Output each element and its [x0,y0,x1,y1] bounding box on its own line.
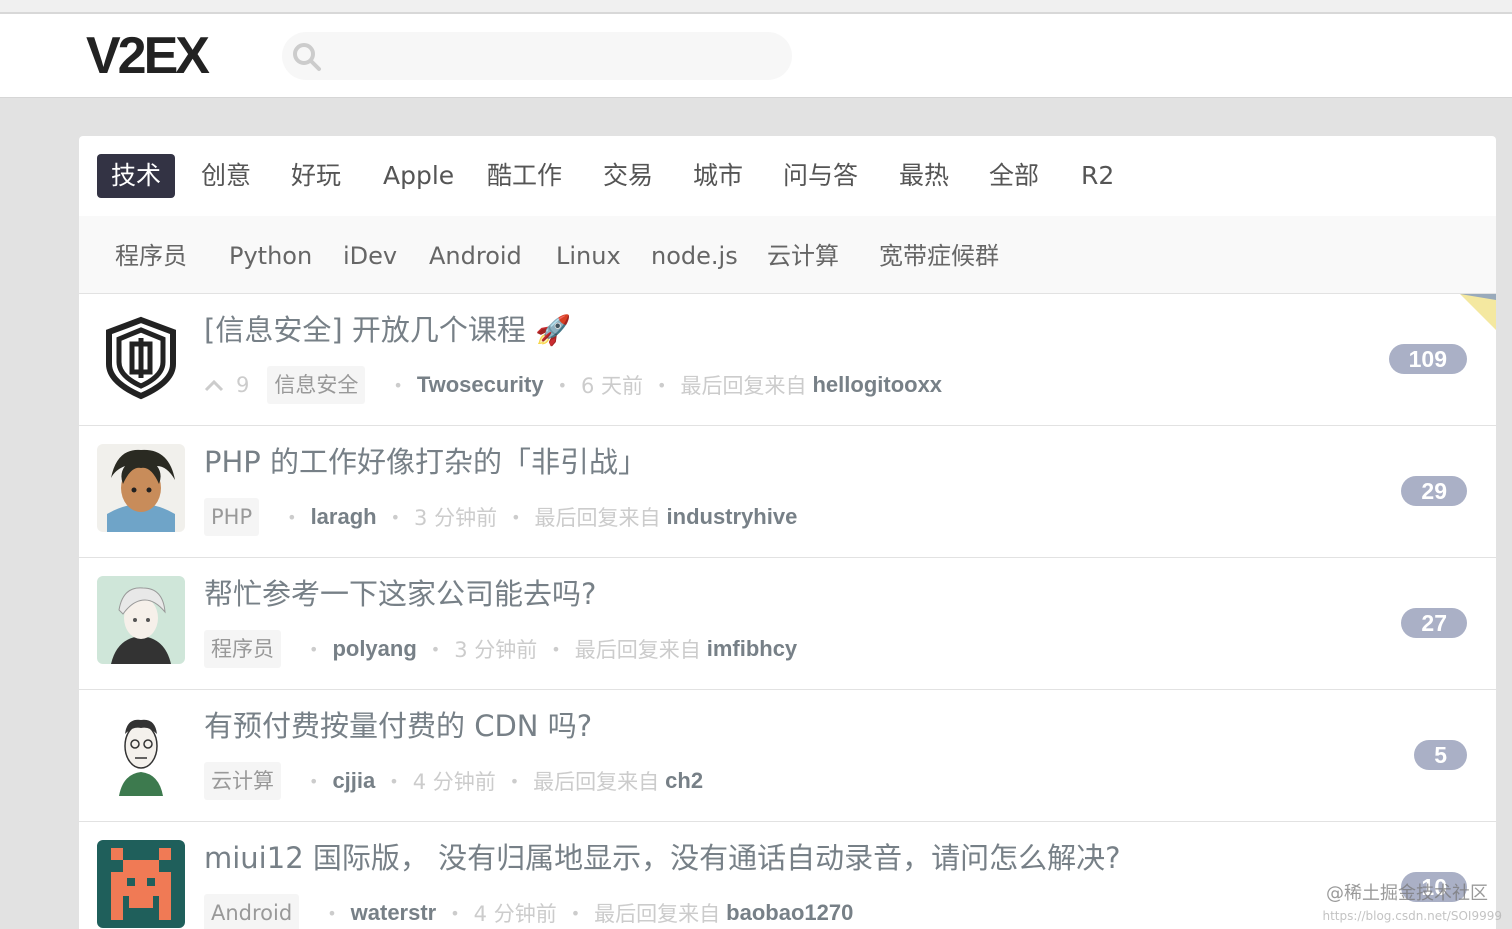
last-reply-label: 最后回复来自 [534,506,661,530]
topic-title[interactable]: 帮忙参考一下这家公司能去吗? [204,574,596,614]
last-reply-user[interactable]: industryhive [667,504,798,530]
cartoon-avatar-icon[interactable] [97,708,185,796]
browser-top-strip [0,0,1512,14]
separator-dot: • [287,507,297,527]
author-link[interactable]: cjjia [332,768,375,794]
separator-dot: • [393,375,403,395]
author-link[interactable]: laragh [311,504,377,530]
separator-dot: • [450,903,460,923]
reply-count-badge[interactable]: 29 [1401,476,1467,506]
site-logo[interactable]: V2EX [86,28,210,84]
topic-title[interactable]: miui12 国际版， 没有归属地显示，没有通话自动录音，请问怎么解决? [204,838,1120,878]
last-reply-user[interactable]: baobao1270 [726,900,853,926]
tab-qna[interactable]: 问与答 [769,154,872,198]
author-link[interactable]: polyang [332,636,416,662]
last-reply-user[interactable]: imfibhcy [707,636,797,662]
separator-dot: • [509,771,520,791]
watermark-url: https://blog.csdn.net/SOI9999 [1322,909,1502,923]
shield-logo-icon[interactable] [97,312,185,400]
author-link[interactable]: waterstr [351,900,437,926]
last-reply-user[interactable]: ch2 [665,768,703,794]
topic-title[interactable]: PHP 的工作好像打杂的「非引战」 [204,442,647,482]
topic-title[interactable]: 有预付费按量付费的 CDN 吗? [204,706,592,746]
separator-dot: • [430,639,441,659]
separator-dot: • [309,639,319,659]
site-header: V2EX [0,14,1512,98]
subtab-android[interactable]: Android [429,236,522,276]
search-icon [293,43,321,71]
subtab-programmer[interactable]: 程序员 [115,236,187,276]
watermark-text: @稀土掘金技术社区 [1326,883,1488,904]
separator-dot: • [390,507,401,527]
chevron-up-icon [204,379,224,392]
separator-dot: • [309,771,319,791]
search-box[interactable] [282,32,792,80]
last-reply-label: 最后回复来自 [594,902,721,926]
separator-dot: • [570,903,581,923]
tab-hot[interactable]: 最热 [885,154,963,198]
topic-title[interactable]: [信息安全] 开放几个课程 🚀 [204,310,571,350]
topic-meta: PHP • laragh • 3 分钟前 • 最后回复来自 industryhi… [204,498,797,536]
tab-play[interactable]: 好玩 [277,154,355,198]
last-reply-user[interactable]: hellogitooxx [812,372,942,398]
tab-city[interactable]: 城市 [679,154,757,198]
separator-dot: • [327,903,337,923]
reply-count-badge[interactable]: 109 [1388,344,1467,374]
reply-count-badge[interactable]: 5 [1414,740,1467,770]
topic-item: [信息安全] 开放几个课程 🚀 9 信息安全 • Twosecurity • 6… [79,294,1496,426]
topic-item: 帮忙参考一下这家公司能去吗? 程序员 • polyang • 3 分钟前 • 最… [79,558,1496,690]
separator-dot: • [551,639,561,659]
node-tag[interactable]: Android [204,894,300,929]
pixel-invader-avatar-icon[interactable] [97,840,185,928]
vote-number: 9 [236,373,250,397]
separator-dot: • [557,375,567,395]
vote-count[interactable]: 9 [204,373,249,397]
main-box: 技术 创意 好玩 Apple 酷工作 交易 城市 问与答 最热 全部 R2 程序… [79,136,1496,929]
node-tag[interactable]: 信息安全 [267,366,366,404]
author-link[interactable]: Twosecurity [417,372,544,398]
subtab-bar: 程序员 Python iDev Android Linux node.js 云计… [79,216,1496,294]
separator-dot: • [511,507,521,527]
separator-dot: • [657,375,667,395]
tab-all[interactable]: 全部 [975,154,1053,198]
node-tag[interactable]: 程序员 [204,630,281,668]
reply-count-badge[interactable]: 27 [1401,608,1467,638]
separator-dot: • [389,771,399,791]
topic-meta: 云计算 • cjjia • 4 分钟前 • 最后回复来自 ch2 [204,762,703,800]
tab-apple[interactable]: Apple [369,154,468,198]
tab-bar: 技术 创意 好玩 Apple 酷工作 交易 城市 问与答 最热 全部 R2 [79,136,1496,216]
subtab-idev[interactable]: iDev [343,236,397,276]
subtab-python[interactable]: Python [229,236,312,276]
subtab-cloud[interactable]: 云计算 [767,236,839,276]
topic-meta: 程序员 • polyang • 3 分钟前 • 最后回复来自 imfibhcy [204,630,797,668]
topic-item: miui12 国际版， 没有归属地显示，没有通话自动录音，请问怎么解决? And… [79,822,1496,929]
topic-time: 3 分钟前 [414,506,498,530]
last-reply-label: 最后回复来自 [574,638,701,662]
last-reply-label: 最后回复来自 [533,770,660,794]
tab-creative[interactable]: 创意 [187,154,265,198]
last-reply-label: 最后回复来自 [680,374,807,398]
topic-time: 3 分钟前 [454,638,538,662]
search-input[interactable] [330,38,770,74]
subtab-broadband[interactable]: 宽带症候群 [879,236,999,276]
topic-meta: Android • waterstr • 4 分钟前 • 最后回复来自 baob… [204,894,853,929]
topic-time: 4 分钟前 [412,770,496,794]
topic-item: PHP 的工作好像打杂的「非引战」 PHP • laragh • 3 分钟前 •… [79,426,1496,558]
tab-tech[interactable]: 技术 [97,154,176,198]
corner-flag-stripe [1460,294,1496,300]
tab-jobs[interactable]: 酷工作 [473,154,576,198]
anime-avatar-icon[interactable] [97,444,185,532]
topic-time: 6 天前 [581,374,644,398]
subtab-linux[interactable]: Linux [556,236,621,276]
sketch-avatar-icon[interactable] [97,576,185,664]
topic-meta: 9 信息安全 • Twosecurity • 6 天前 • 最后回复来自 hel… [204,366,942,404]
subtab-nodejs[interactable]: node.js [651,236,738,276]
node-tag[interactable]: 云计算 [204,762,281,800]
topic-time: 4 分钟前 [473,902,557,926]
tab-deals[interactable]: 交易 [589,154,667,198]
tab-r2[interactable]: R2 [1067,154,1128,198]
topic-item: 有预付费按量付费的 CDN 吗? 云计算 • cjjia • 4 分钟前 • 最… [79,690,1496,822]
node-tag[interactable]: PHP [204,498,260,536]
